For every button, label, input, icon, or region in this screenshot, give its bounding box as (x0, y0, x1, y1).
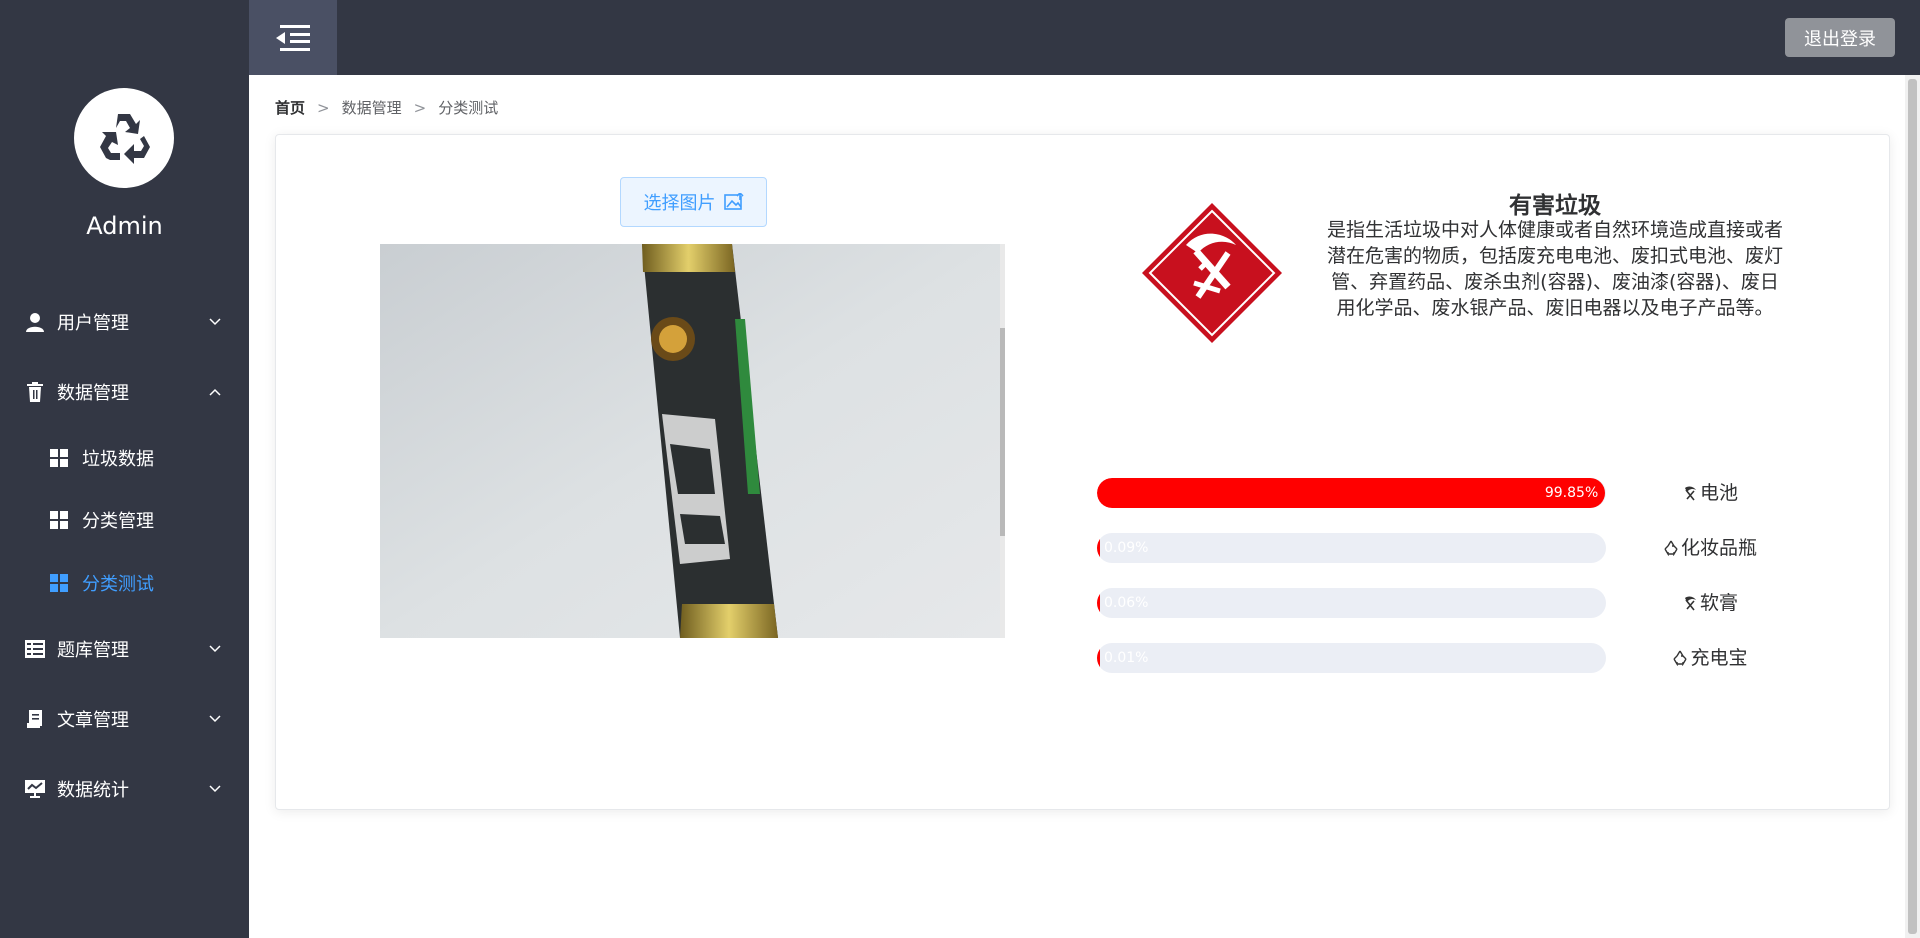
collapse-sidebar-button[interactable] (249, 0, 337, 75)
prediction-bar-fill (1097, 533, 1100, 563)
prediction-percent: 0.09% (1104, 540, 1149, 556)
prediction-label-text: 电池 (1699, 482, 1738, 504)
prediction-label-text: 软膏 (1699, 592, 1738, 614)
grid-icon (50, 574, 68, 592)
menu-label: 用户管理 (57, 313, 129, 334)
prediction-bar-fill (1097, 643, 1100, 673)
sidebar-item-label: 分类测试 (82, 574, 154, 595)
prediction-label: 电池 (1640, 478, 1780, 508)
list-icon (24, 638, 46, 660)
top-header: 退出登录 (249, 0, 1920, 75)
chevron-down-icon (208, 712, 222, 726)
menu-data-statistics[interactable]: 数据统计 (0, 761, 249, 817)
user-name: Admin (86, 212, 163, 240)
prediction-label: 充电宝 (1640, 643, 1780, 673)
prediction-bar: 99.85% (1097, 478, 1606, 508)
prediction-percent: 0.06% (1104, 595, 1149, 611)
prediction-label-text: 充电宝 (1690, 647, 1748, 669)
prediction-percent: 0.01% (1104, 650, 1149, 666)
chevron-down-icon (208, 782, 222, 796)
prediction-bar-fill (1097, 588, 1100, 618)
document-icon (24, 708, 46, 730)
sidebar: Admin 用户管理 数据管理 垃圾数据 分类管理 分类测试 题库管理 文章管理… (0, 0, 249, 938)
menu-fold-icon (276, 24, 310, 51)
menu-article-management[interactable]: 文章管理 (0, 691, 249, 747)
hazardous-icon (1684, 486, 1696, 501)
menu-question-bank[interactable]: 题库管理 (0, 621, 249, 677)
menu-label: 题库管理 (57, 640, 129, 661)
prediction-bar: 0.01% (1097, 643, 1606, 673)
prediction-label: 软膏 (1640, 588, 1780, 618)
prediction-percent: 99.85% (1544, 485, 1599, 501)
image-upload-icon (723, 193, 744, 210)
sidebar-item-label: 分类管理 (82, 511, 154, 532)
chevron-down-icon (208, 315, 222, 329)
menu-user-management[interactable]: 用户管理 (0, 294, 249, 350)
prediction-bar: 0.06% (1097, 588, 1606, 618)
uploaded-image-preview (380, 244, 1005, 638)
chevron-down-icon (208, 642, 222, 656)
sidebar-item-garbage-data[interactable]: 垃圾数据 (0, 430, 249, 486)
breadcrumb-separator: > (413, 98, 427, 117)
chevron-up-icon (208, 385, 222, 399)
breadcrumb: 首页 > 数据管理 > 分类测试 (275, 97, 498, 118)
hazardous-icon (1684, 596, 1696, 611)
prediction-bar-fill (1097, 478, 1606, 508)
recyclable-icon (1664, 540, 1678, 556)
menu-label: 文章管理 (57, 710, 129, 731)
menu-label: 数据管理 (57, 383, 129, 404)
prediction-label: 化妆品瓶 (1640, 533, 1780, 563)
trash-icon (24, 381, 46, 403)
grid-icon (50, 511, 68, 529)
user-icon (24, 311, 46, 333)
category-title: 有害垃圾 (1509, 193, 1601, 219)
prediction-label-text: 化妆品瓶 (1680, 537, 1757, 559)
prediction-bar: 0.09% (1097, 533, 1606, 563)
select-image-button[interactable]: 选择图片 (620, 177, 767, 227)
preview-scrollbar[interactable] (1000, 244, 1005, 638)
grid-icon (50, 449, 68, 467)
sidebar-item-label: 垃圾数据 (82, 449, 154, 470)
recycle-icon (100, 114, 150, 164)
breadcrumb-home[interactable]: 首页 (275, 97, 305, 118)
avatar (74, 88, 174, 188)
sidebar-item-classification-test[interactable]: 分类测试 (0, 555, 249, 611)
breadcrumb-current: 分类测试 (438, 99, 499, 117)
category-description: 是指生活垃圾中对人体健康或者自然环境造成直接或者潜在危害的物质，包括废充电电池、… (1326, 219, 1783, 319)
breadcrumb-separator: > (317, 98, 330, 117)
select-image-label: 选择图片 (643, 193, 716, 214)
chart-icon (24, 778, 46, 800)
recyclable-icon (1673, 650, 1688, 666)
scrollbar-thumb[interactable] (1908, 79, 1917, 934)
menu-label: 数据统计 (57, 780, 129, 801)
page-scrollbar[interactable] (1905, 75, 1920, 938)
sidebar-item-category-management[interactable]: 分类管理 (0, 492, 249, 548)
logout-button[interactable]: 退出登录 (1785, 18, 1895, 57)
hazardous-waste-icon (1138, 199, 1286, 347)
menu-data-management[interactable]: 数据管理 (0, 364, 249, 420)
breadcrumb-data-management: 数据管理 (341, 99, 402, 117)
